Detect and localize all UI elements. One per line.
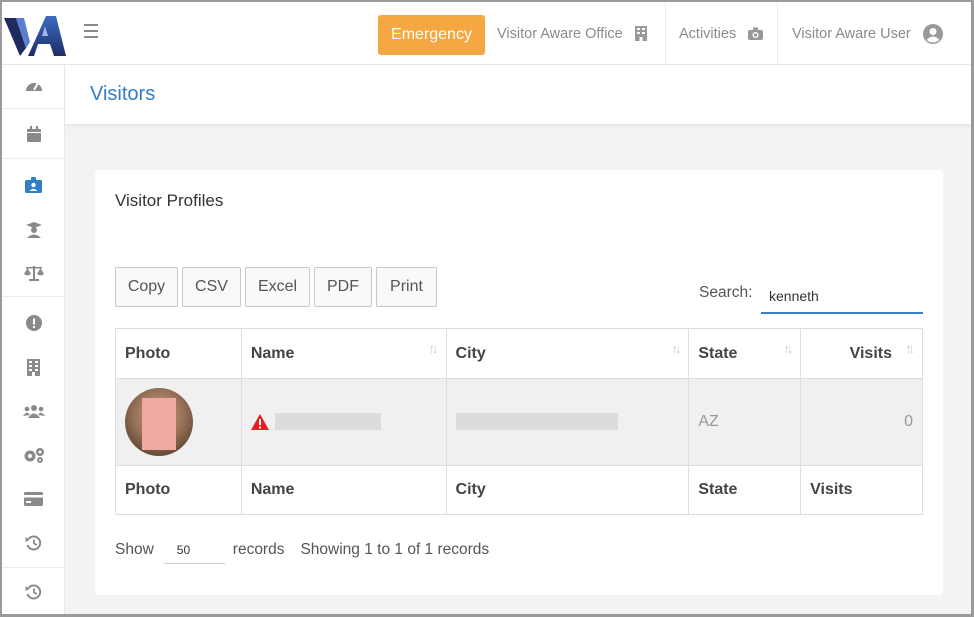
visitor-aware-logo[interactable] <box>4 14 66 56</box>
nav-activities-label: Activities <box>679 25 737 42</box>
visitors-table: Photo Name↑↓ City↑↓ State↑↓ Visits↑↓ <box>115 328 923 515</box>
dashboard-icon <box>25 82 42 91</box>
nav-activities[interactable]: Activities <box>665 2 764 65</box>
sidebar-divider <box>2 567 65 568</box>
column-header-city[interactable]: City ↑↓ <box>445 328 690 379</box>
sidebar-item-dashboard[interactable] <box>2 74 65 96</box>
table-footer-row: Photo Name City State Visits <box>115 465 923 515</box>
show-label: Show <box>115 541 154 558</box>
calendar-icon <box>26 126 41 142</box>
records-label: records <box>232 541 285 558</box>
nav-office-label: Visitor Aware Office <box>497 25 623 42</box>
credit-card-icon <box>24 492 43 506</box>
showing-info: Showing 1 to 1 of 1 records <box>300 541 490 558</box>
cell-name[interactable] <box>240 378 447 466</box>
footer-visits: Visits <box>800 465 923 515</box>
search-input[interactable] <box>761 279 923 314</box>
sort-icon: ↑↓ <box>905 341 915 356</box>
camera-icon <box>748 27 764 40</box>
sort-icon: ↑↓ <box>671 341 681 356</box>
app-frame: Emergency Visitor Aware Office Activitie… <box>0 0 974 617</box>
history-icon <box>25 584 42 600</box>
id-badge-icon <box>25 177 42 193</box>
top-bar: Emergency Visitor Aware Office Activitie… <box>2 2 971 65</box>
sort-icon: ↑↓ <box>428 341 439 356</box>
page-header: Visitors <box>65 65 971 125</box>
building-icon <box>27 358 40 376</box>
table-header-row: Photo Name ↑↓ City ↑↓ State ↑↓ Visits ↑↓ <box>115 328 923 379</box>
print-button[interactable]: Print <box>376 267 437 307</box>
sidebar-item-billing[interactable] <box>2 488 65 510</box>
gears-icon <box>24 448 44 463</box>
nav-office[interactable]: Visitor Aware Office <box>497 2 647 65</box>
excel-button[interactable]: Excel <box>245 267 310 307</box>
search-label: Search: <box>699 284 753 301</box>
sidebar-item-users[interactable] <box>2 400 65 422</box>
sidebar-item-calendar[interactable] <box>2 123 65 145</box>
sidebar-item-history-2[interactable] <box>2 581 65 603</box>
cell-photo <box>115 378 242 466</box>
column-header-name[interactable]: Name ↑↓ <box>240 328 447 379</box>
sidebar-divider <box>2 296 65 297</box>
warning-triangle-icon <box>250 413 269 430</box>
export-buttons: Copy CSV Excel PDF Print <box>115 267 441 307</box>
building-icon <box>634 26 647 41</box>
nav-user-label: Visitor Aware User <box>792 25 911 42</box>
column-header-photo[interactable]: Photo <box>115 328 242 379</box>
sidebar-item-visitors[interactable] <box>2 174 65 196</box>
column-header-state[interactable]: State ↑↓ <box>688 328 802 379</box>
footer-city: City <box>445 465 690 515</box>
emergency-button[interactable]: Emergency <box>378 15 485 55</box>
visitor-profiles-card: Visitor Profiles Copy CSV Excel PDF Prin… <box>95 170 943 595</box>
redacted-city <box>455 413 618 431</box>
sidebar-item-alerts[interactable] <box>2 312 65 334</box>
pdf-button[interactable]: PDF <box>314 267 372 307</box>
cell-city <box>445 378 690 466</box>
table-footer: Show 50 records Showing 1 to 1 of 1 reco… <box>115 536 489 564</box>
footer-state: State <box>688 465 802 515</box>
copy-button[interactable]: Copy <box>115 267 178 307</box>
avatar[interactable] <box>125 388 193 456</box>
user-circle-icon <box>922 23 943 44</box>
sidebar-item-graduates[interactable] <box>2 219 65 241</box>
sidebar-divider <box>2 158 65 159</box>
sidebar-item-settings[interactable] <box>2 444 65 466</box>
users-icon <box>22 405 45 418</box>
cell-state: AZ <box>688 378 802 466</box>
alert-circle-icon <box>25 315 42 331</box>
page-size-select[interactable]: 50 <box>163 536 225 564</box>
table-row[interactable]: AZ 0 <box>115 378 923 466</box>
graduate-icon <box>25 222 42 238</box>
sidebar <box>2 65 65 614</box>
csv-button[interactable]: CSV <box>182 267 241 307</box>
sort-icon: ↑↓ <box>783 341 793 356</box>
scale-icon <box>23 266 44 281</box>
sidebar-divider <box>2 108 65 109</box>
menu-toggle-icon[interactable] <box>84 24 102 42</box>
cell-visits: 0 <box>800 378 923 466</box>
card-title: Visitor Profiles <box>115 191 224 210</box>
footer-photo: Photo <box>115 465 242 515</box>
page-title: Visitors <box>90 83 156 105</box>
nav-user[interactable]: Visitor Aware User <box>777 2 943 65</box>
sidebar-item-history[interactable] <box>2 532 65 554</box>
sidebar-item-legal[interactable] <box>2 262 65 284</box>
sidebar-item-buildings[interactable] <box>2 356 65 378</box>
redacted-name <box>275 413 382 431</box>
history-icon <box>25 535 42 551</box>
footer-name: Name <box>240 465 447 515</box>
column-header-visits[interactable]: Visits ↑↓ <box>800 328 923 379</box>
